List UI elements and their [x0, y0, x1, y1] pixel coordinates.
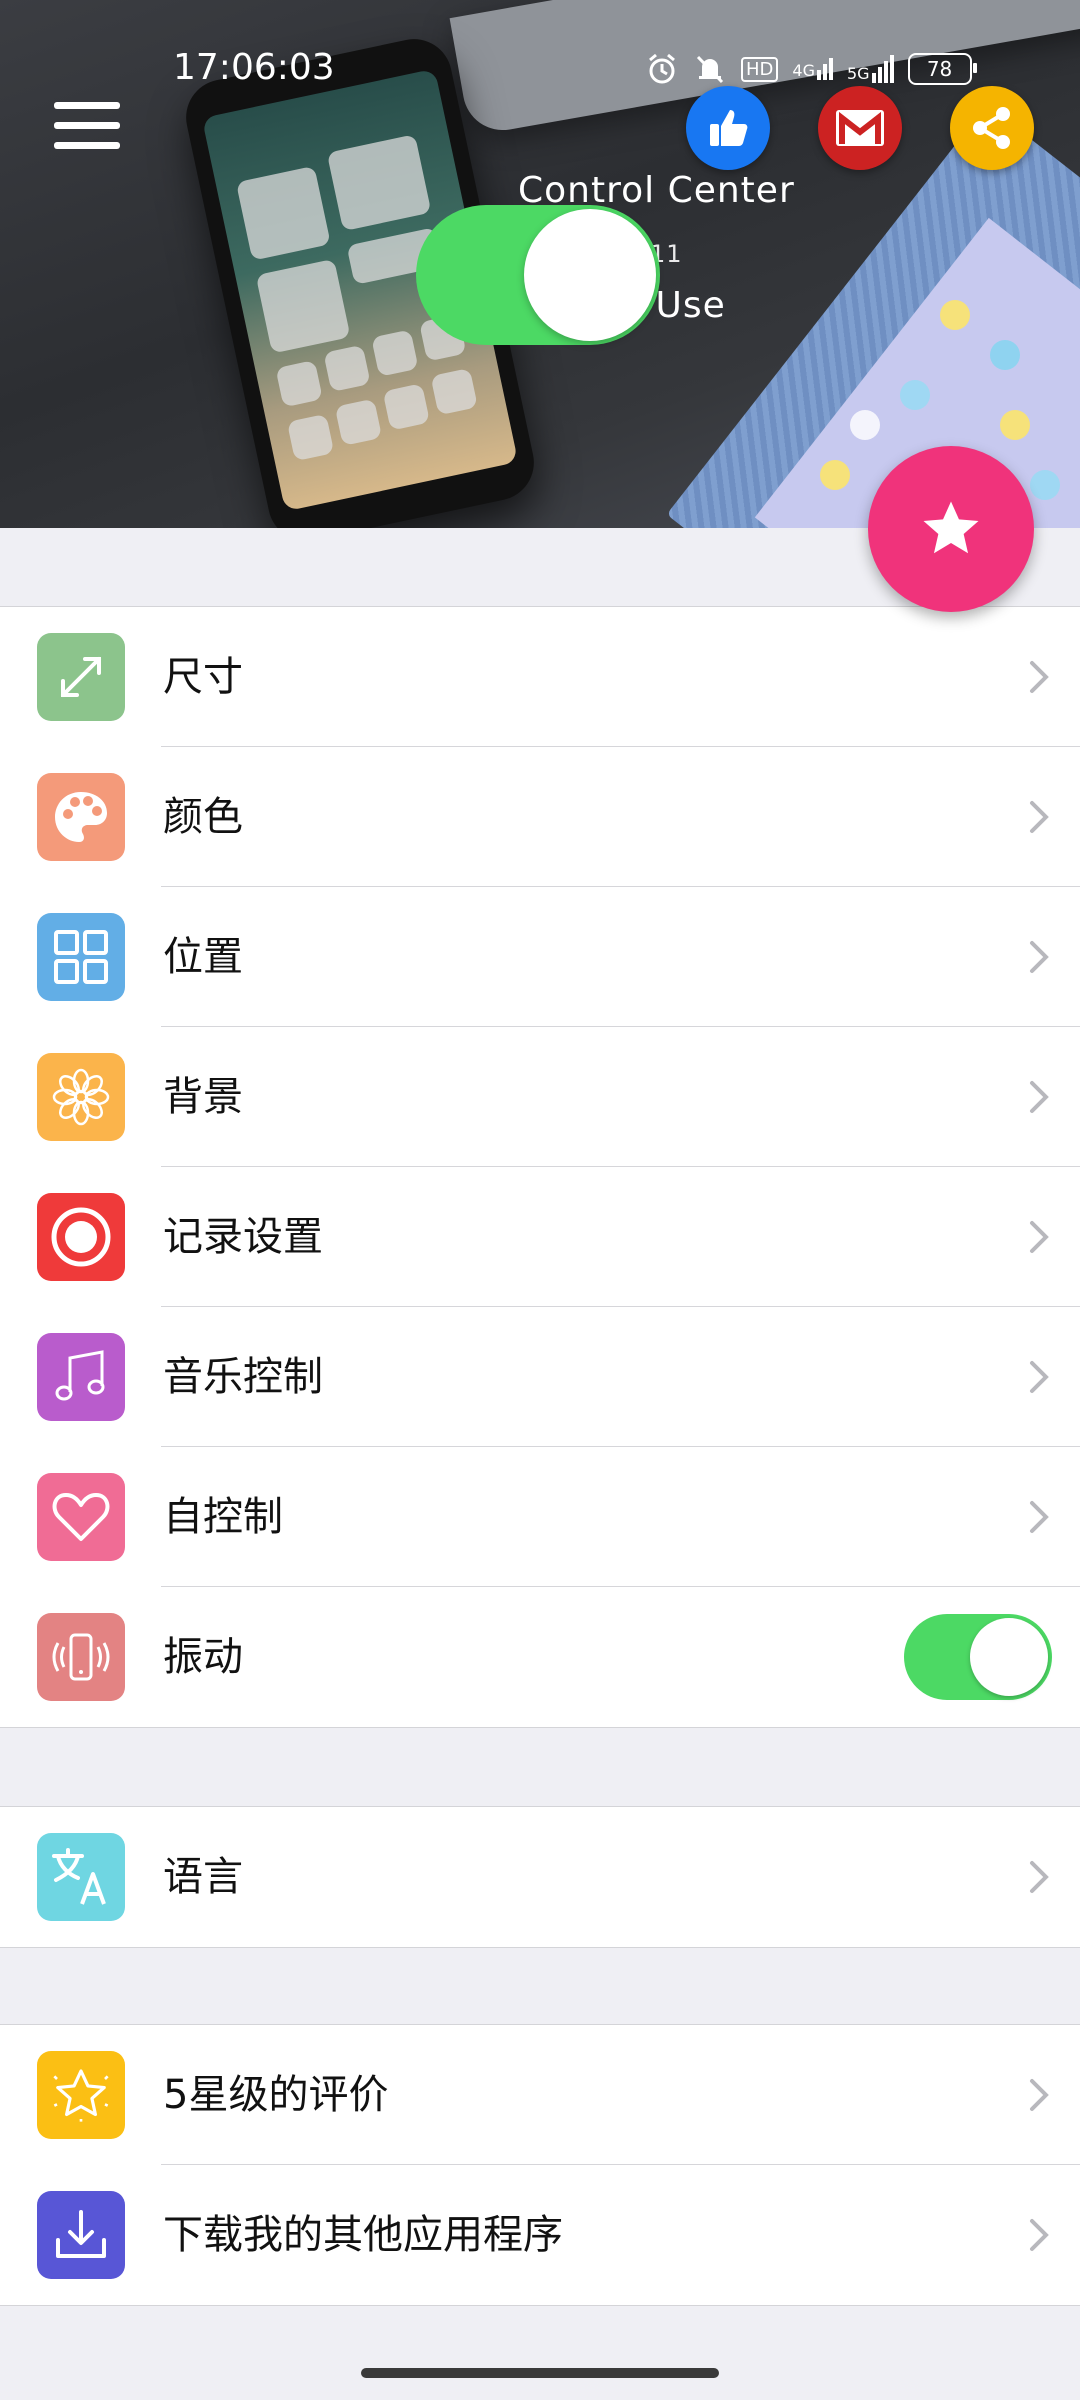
thumbs-up-icon	[710, 110, 748, 146]
setting-row-size[interactable]: 尺寸	[0, 607, 1080, 747]
flower-icon	[37, 1053, 125, 1141]
chevron-right-icon	[1030, 1361, 1049, 1393]
settings-group-main: 尺寸 颜色 位置 背景 记录设置 音乐控制 自控制 振动	[0, 606, 1080, 1728]
setting-label: 音乐控制	[163, 1354, 323, 1400]
setting-row-self-control[interactable]: 自控制	[0, 1447, 1080, 1587]
chevron-right-icon	[1030, 941, 1049, 973]
setting-label: 下载我的其他应用程序	[163, 2212, 563, 2258]
setting-label: 振动	[163, 1634, 243, 1680]
chevron-right-icon	[1030, 801, 1049, 833]
setting-label: 尺寸	[163, 654, 243, 700]
network-5g: 5G	[847, 55, 894, 83]
heart-icon	[37, 1473, 125, 1561]
star-icon	[923, 501, 979, 554]
share-button[interactable]	[950, 86, 1034, 170]
setting-label: 自控制	[163, 1494, 283, 1540]
grid-icon	[37, 913, 125, 1001]
vibration-toggle[interactable]	[904, 1614, 1052, 1700]
header-banner: Control Center 11 o Use 17:06:03 HD 4G 5…	[0, 0, 1080, 528]
setting-label: 记录设置	[163, 1214, 323, 1260]
setting-row-position[interactable]: 位置	[0, 887, 1080, 1027]
music-note-icon	[37, 1333, 125, 1421]
mail-button[interactable]	[818, 86, 902, 170]
setting-label: 位置	[163, 934, 243, 980]
setting-label: 颜色	[163, 794, 243, 840]
setting-row-language[interactable]: 语言	[0, 1807, 1080, 1947]
mute-bell-icon	[696, 55, 724, 84]
share-icon	[973, 107, 1010, 149]
like-button[interactable]	[686, 86, 770, 170]
settings-group-more: 5星级的评价 下载我的其他应用程序	[0, 2024, 1080, 2306]
status-icons: HD 4G 5G 78	[645, 52, 977, 86]
favorite-fab-button[interactable]	[868, 446, 1034, 612]
chevron-right-icon	[1030, 1501, 1049, 1533]
setting-label: 5星级的评价	[163, 2072, 389, 2118]
chevron-right-icon	[1030, 1081, 1049, 1113]
menu-button[interactable]	[54, 102, 120, 150]
toggle-knob	[970, 1618, 1048, 1696]
setting-label: 背景	[163, 1074, 243, 1120]
chevron-right-icon	[1030, 2219, 1049, 2251]
battery-indicator: 78	[907, 53, 977, 85]
setting-row-record[interactable]: 记录设置	[0, 1167, 1080, 1307]
resize-icon	[37, 633, 125, 721]
record-icon	[37, 1193, 125, 1281]
home-indicator[interactable]	[361, 2368, 719, 2378]
status-time: 17:06:03	[173, 47, 335, 88]
download-icon	[37, 2191, 125, 2279]
network-4g: 4G	[792, 58, 833, 80]
palette-icon	[37, 773, 125, 861]
settings-group-language: 语言	[0, 1806, 1080, 1948]
setting-row-rate[interactable]: 5星级的评价	[0, 2025, 1080, 2165]
star-icon	[37, 2051, 125, 2139]
gmail-icon	[836, 110, 884, 146]
toggle-knob	[524, 209, 656, 341]
setting-row-background[interactable]: 背景	[0, 1027, 1080, 1167]
chevron-right-icon	[1030, 1861, 1049, 1893]
translate-icon	[37, 1833, 125, 1921]
setting-row-vibration: 振动	[0, 1587, 1080, 1727]
alarm-icon	[649, 53, 675, 84]
setting-row-more-apps[interactable]: 下载我的其他应用程序	[0, 2165, 1080, 2305]
setting-row-color[interactable]: 颜色	[0, 747, 1080, 887]
setting-label: 语言	[163, 1854, 243, 1900]
chevron-right-icon	[1030, 661, 1049, 693]
chevron-right-icon	[1030, 2079, 1049, 2111]
setting-row-music[interactable]: 音乐控制	[0, 1307, 1080, 1447]
chevron-right-icon	[1030, 1221, 1049, 1253]
vibrate-phone-icon	[37, 1613, 125, 1701]
control-center-toggle[interactable]	[416, 205, 660, 345]
hd-badge: HD	[741, 56, 779, 82]
